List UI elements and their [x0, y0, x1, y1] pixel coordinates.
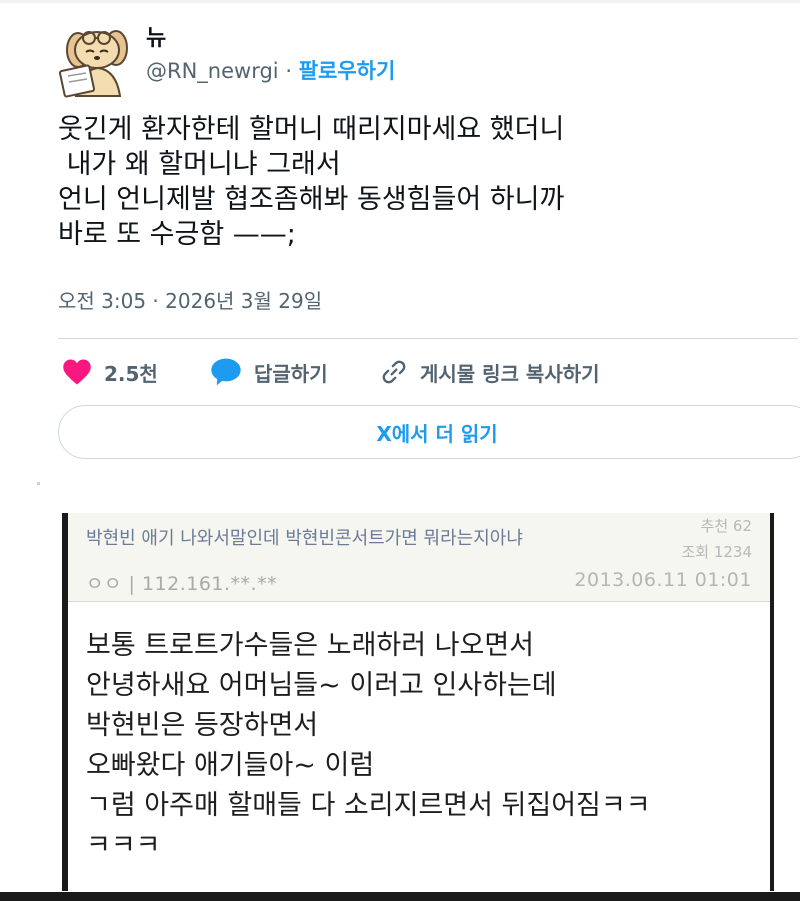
like-button[interactable]: 2.5천 — [62, 355, 158, 389]
tweet-text: 웃긴게 환자한테 할머니 때리지마세요 했더니 내가 왜 할머니냐 그래서 언니… — [58, 112, 564, 252]
like-count: 2.5천 — [104, 361, 158, 386]
post-author: ㅇㅇ | 112.161.**.** — [86, 573, 278, 595]
reply-label: 답글하기 — [254, 361, 328, 386]
copy-link-button[interactable]: 게시물 링크 복사하기 — [380, 355, 600, 389]
handle-row: @RN_newrgi · 팔로우하기 — [146, 58, 395, 84]
tweet-text-line: 바로 또 수긍함 ——; — [58, 219, 296, 250]
bottom-bar — [0, 892, 800, 901]
read-more-button[interactable]: X에서 더 읽기 — [58, 405, 800, 459]
divider — [58, 338, 798, 339]
embedded-screenshot: 박현빈 애기 나와서말인데 박현빈콘서트가면 뭐라는지아냐 추천 62 조회 1… — [62, 513, 774, 891]
copy-link-label: 게시물 링크 복사하기 — [420, 361, 600, 386]
avatar[interactable] — [58, 18, 138, 98]
reply-button[interactable]: 답글하기 — [210, 355, 328, 389]
post-title: 박현빈 애기 나와서말인데 박현빈콘서트가면 뭐라는지아냐 — [86, 528, 523, 549]
post-body-line: 오빠왔다 애기들아~ 이럼 — [86, 750, 375, 781]
link-icon — [382, 360, 406, 384]
tweet-text-line: 언니 언니제발 협조좀해봐 동생힘들어 하니까 — [58, 184, 565, 215]
tweet-card: 뉴 @RN_newrgi · 팔로우하기 웃긴게 환자한테 할머니 때리지마세요… — [0, 0, 800, 470]
post-body-line: 안녕하새요 어머님들~ 이러고 인사하는데 — [86, 670, 557, 701]
post-body-line: 박현빈은 등장하면서 — [86, 710, 319, 741]
post-body-line: 보통 트로트가수들은 노래하러 나오면서 — [86, 630, 535, 661]
tweet-text-line: 내가 왜 할머니냐 그래서 — [58, 149, 341, 180]
avatar-dog-illustration — [58, 30, 128, 98]
post-header: 박현빈 애기 나와서말인데 박현빈콘서트가면 뭐라는지아냐 추천 62 조회 1… — [68, 513, 770, 602]
post-body-line: ㅋㅋㅋ — [86, 830, 161, 861]
heart-icon — [63, 359, 91, 385]
post-date: 2013.06.11 01:01 — [574, 569, 752, 591]
post-view-count: 조회 1234 — [681, 543, 752, 561]
post-body-line: ㄱ럼 아주매 할매들 다 소리지르면서 뒤집어짐ㅋㅋ — [86, 790, 651, 821]
follow-link[interactable]: 팔로우하기 — [299, 59, 396, 83]
tweet-text-line: 웃긴게 환자한테 할머니 때리지마세요 했더니 — [58, 114, 565, 145]
action-bar: 2.5천 답글하기 게시물 링크 복사하기 — [58, 355, 798, 389]
timestamp[interactable]: 오전 3:05 · 2026년 3월 29일 — [58, 288, 322, 314]
handle[interactable]: @RN_newrgi — [146, 59, 279, 83]
speech-bubble-icon — [211, 358, 241, 386]
separator: · — [285, 59, 293, 83]
post-body: 보통 트로트가수들은 노래하러 나오면서 안녕하새요 어머님들~ 이러고 인사하… — [86, 626, 651, 866]
post-recommend-count: 추천 62 — [700, 517, 752, 535]
display-name[interactable]: 뉴 — [146, 26, 166, 52]
stray-dot — [37, 482, 40, 485]
